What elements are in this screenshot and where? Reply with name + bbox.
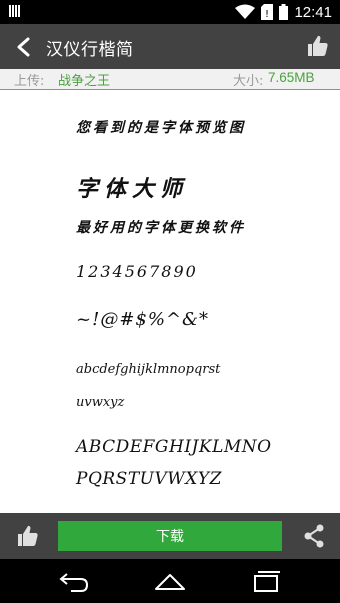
nav-recent-apps-icon[interactable]	[249, 569, 283, 593]
status-time: 12:41	[294, 3, 332, 21]
preview-line: 您看到的是字体预览图	[76, 120, 246, 136]
preview-line: uvwxyz	[76, 395, 125, 410]
battery-icon	[279, 4, 289, 20]
preview-line: 字体大师	[76, 176, 189, 202]
back-button[interactable]	[10, 33, 36, 60]
navigation-bar	[0, 559, 340, 603]
preview-line: ~!@#$%^&*	[76, 309, 210, 330]
font-preview: 您看到的是字体预览图 字体大师 最好用的字体更换软件 1234567890 ~!…	[0, 91, 340, 513]
action-bar: 下载	[0, 513, 340, 559]
no-sim-icon: !	[261, 4, 274, 20]
status-icons: ! 12:41	[235, 0, 332, 24]
preview-line: PQRSTUVWXYZ	[76, 469, 222, 489]
preview-line: 1234567890	[76, 262, 198, 281]
preview-line: ABCDEFGHIJKLMNO	[76, 437, 272, 457]
toolbar: 汉仪行楷简	[0, 24, 340, 69]
size-value: 7.65MB	[268, 70, 315, 85]
like-button[interactable]	[16, 524, 40, 548]
thumbs-up-icon[interactable]	[306, 34, 330, 58]
nav-back-icon[interactable]	[57, 569, 91, 593]
download-button[interactable]: 下载	[58, 521, 282, 551]
info-bar: 上传: 战争之王 大小: 7.65MB	[0, 69, 340, 90]
preview-line: 最好用的字体更换软件	[76, 220, 246, 236]
nav-home-icon[interactable]	[152, 569, 188, 593]
share-icon[interactable]	[302, 524, 326, 548]
back-arrow-icon	[17, 37, 30, 56]
size-label: 大小:	[233, 74, 264, 89]
page-title: 汉仪行楷简	[46, 40, 134, 60]
upload-label: 上传:	[14, 74, 45, 89]
preview-line: abcdefghijklmnopqrst	[76, 362, 221, 377]
status-bar: ! 12:41	[0, 0, 340, 24]
wifi-icon	[235, 4, 256, 19]
uploader-name: 战争之王	[58, 74, 111, 89]
notification-icon	[9, 5, 21, 19]
svg-text:!: !	[265, 9, 269, 20]
